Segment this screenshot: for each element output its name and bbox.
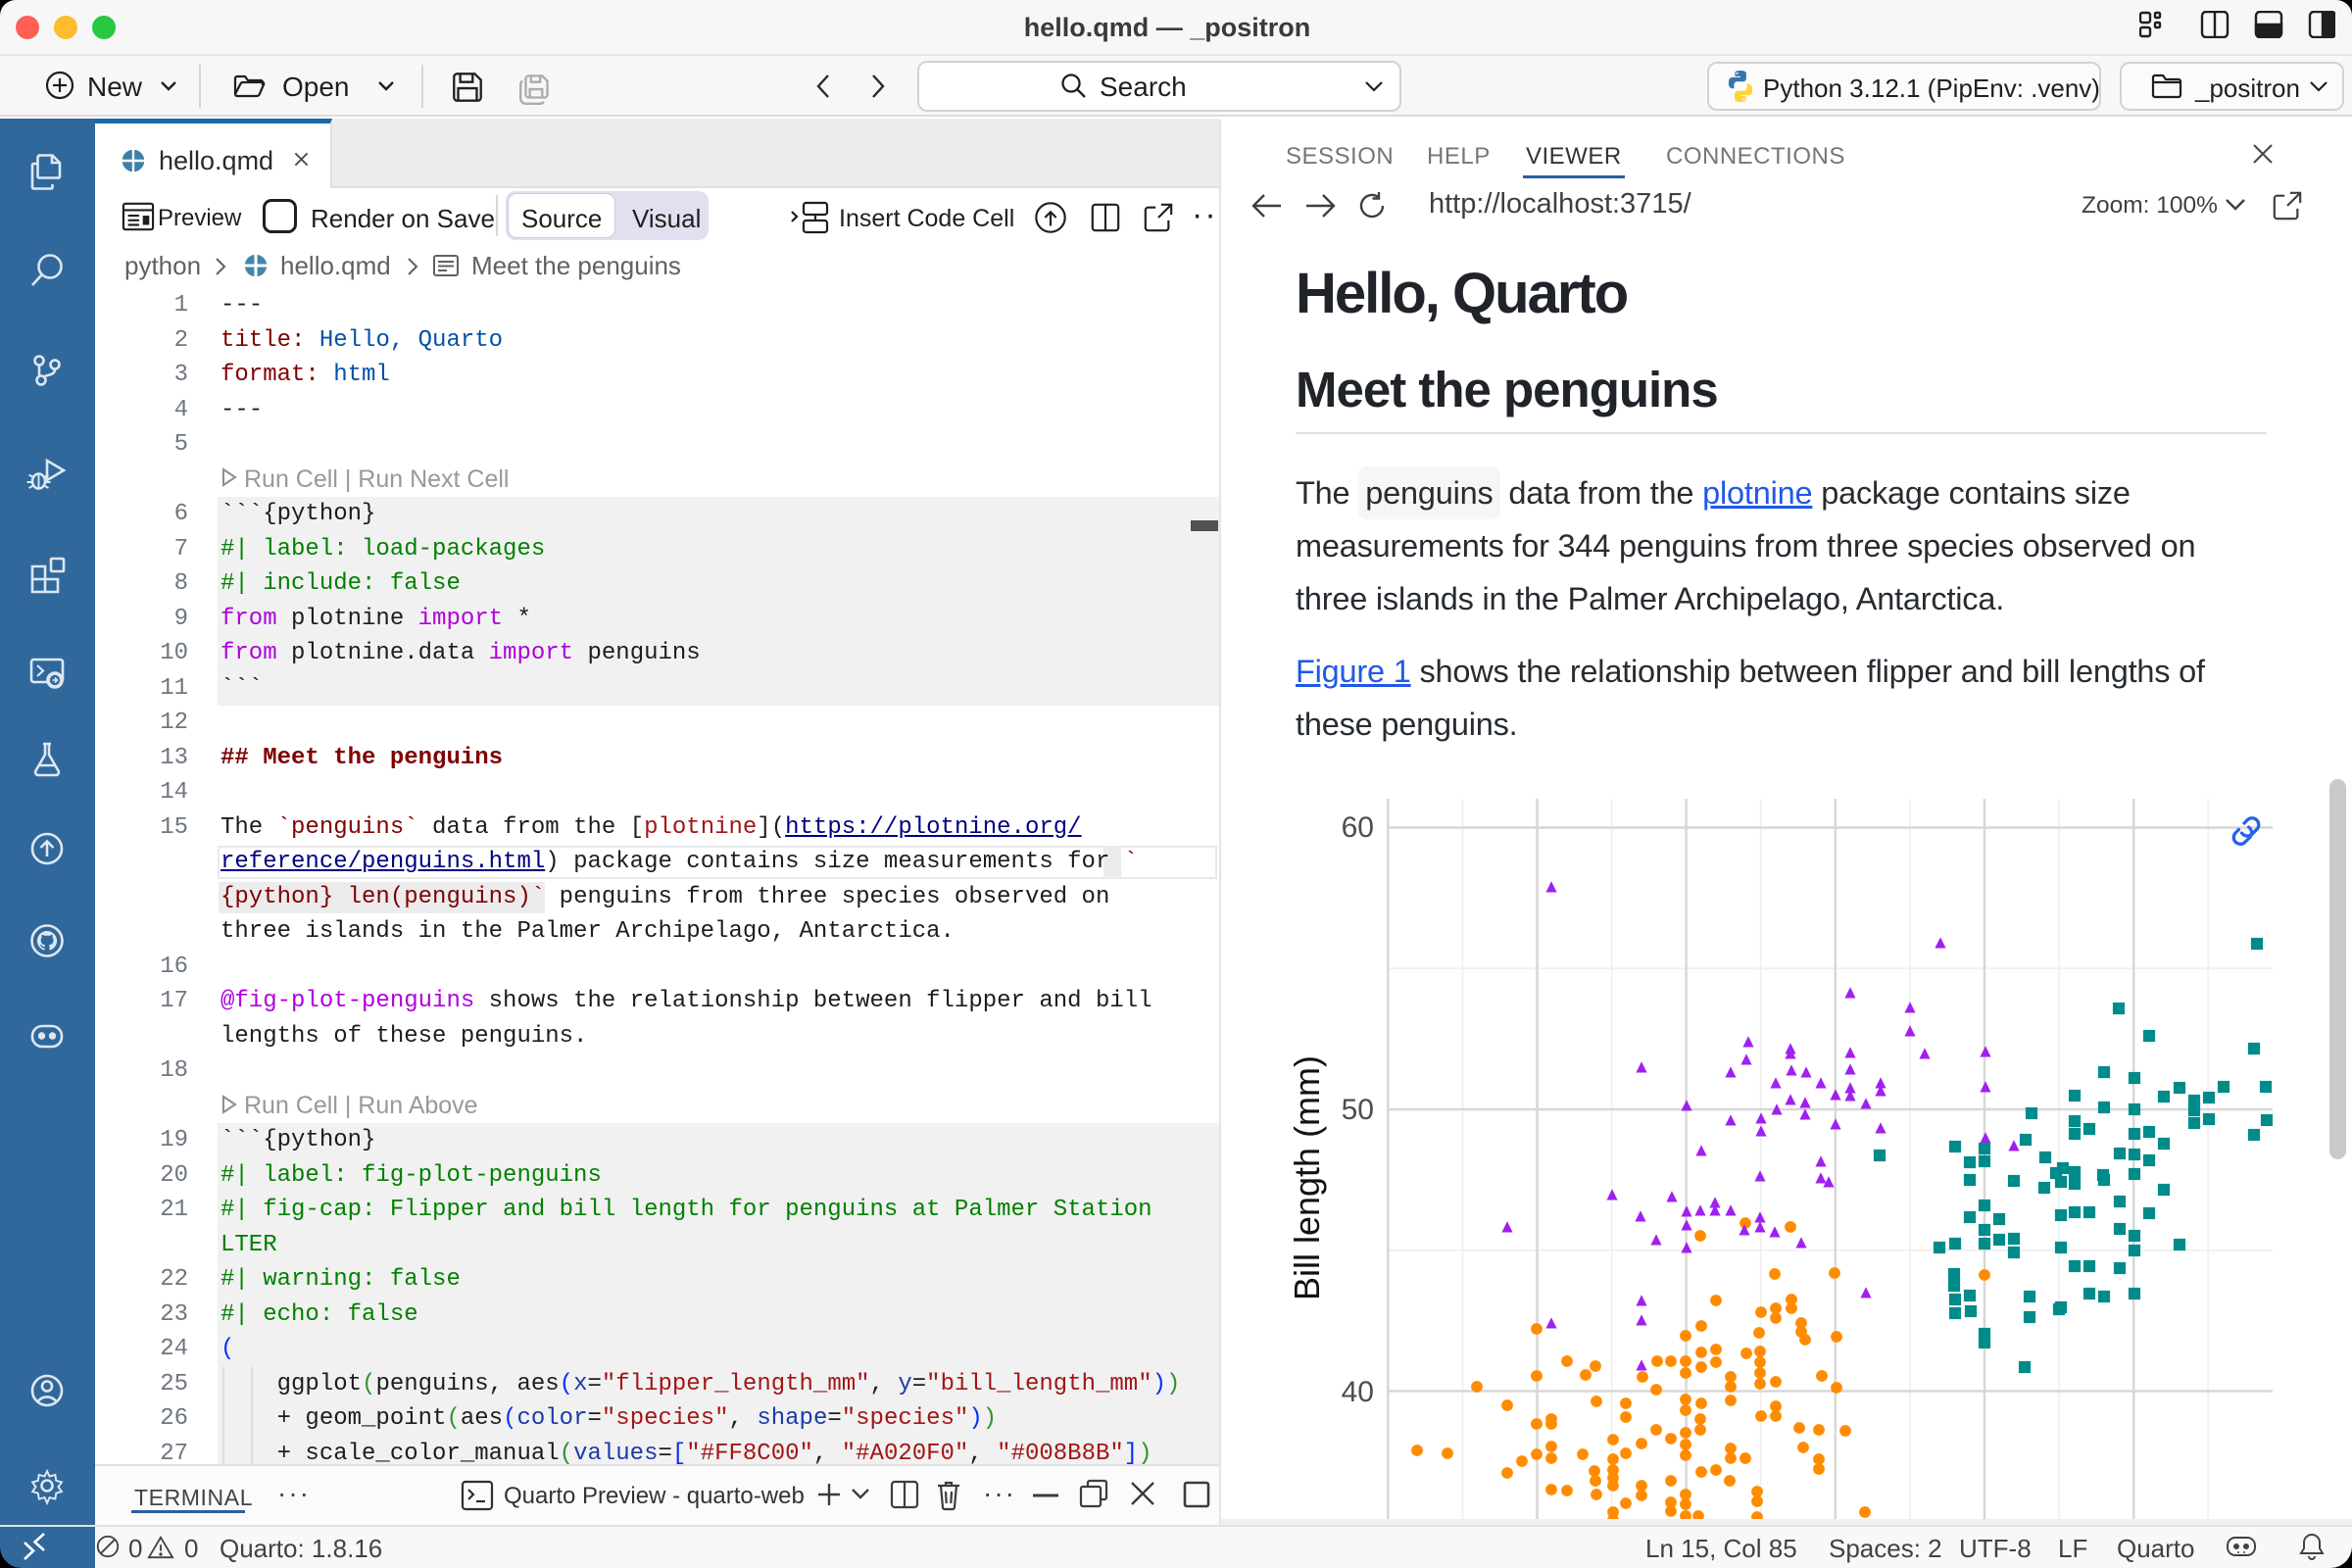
- svg-text:Bill length (mm): Bill length (mm): [1287, 1055, 1327, 1300]
- svg-text:50: 50: [1342, 1094, 1374, 1126]
- svg-text:40: 40: [1342, 1376, 1374, 1408]
- svg-text:60: 60: [1342, 811, 1374, 844]
